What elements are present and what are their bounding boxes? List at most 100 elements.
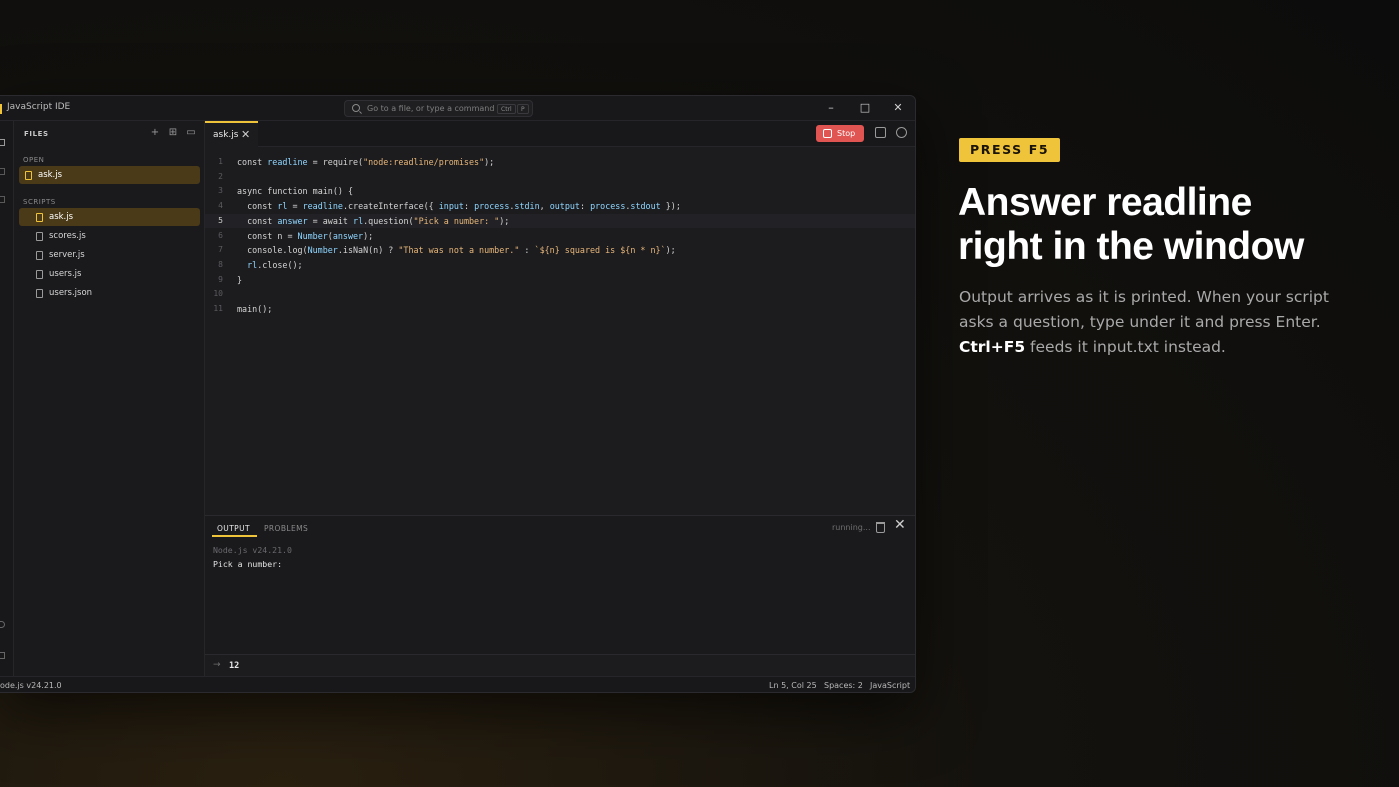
script-item[interactable]: server.js bbox=[19, 246, 200, 264]
language-mode[interactable]: JavaScript bbox=[870, 681, 910, 690]
output-panel: OUTPUT PROBLEMS running... ✕ Node.js v24… bbox=[205, 515, 915, 677]
code-line[interactable]: 3 async function main() { bbox=[205, 184, 915, 199]
maximize-button[interactable]: □ bbox=[858, 101, 872, 115]
code-text: const n = Number(answer); bbox=[247, 230, 374, 241]
code-text: const readline = require("node:readline/… bbox=[237, 157, 495, 167]
file-icon bbox=[36, 288, 43, 298]
account-icon[interactable] bbox=[0, 621, 5, 628]
active-tab-indicator bbox=[212, 535, 257, 537]
line-number: 7 bbox=[218, 245, 223, 255]
code-line[interactable]: 5 const answer = await rl.question("Pick… bbox=[205, 213, 915, 229]
script-item[interactable]: ask.js bbox=[19, 208, 200, 226]
code-text: async function main() { bbox=[237, 186, 353, 197]
code-text: } bbox=[237, 274, 243, 285]
code-line[interactable]: 9} bbox=[205, 273, 915, 288]
promo-headline: Answer readline right in the window bbox=[958, 181, 1378, 269]
code-line[interactable]: 11 main(); bbox=[205, 302, 915, 317]
title-bar: JavaScript IDE Go to a file, or type a c… bbox=[0, 96, 915, 121]
cursor-position[interactable]: Ln 5, Col 25 bbox=[769, 681, 817, 690]
tab-label: ask.js bbox=[213, 130, 239, 140]
open-file-item[interactable]: ask.js bbox=[19, 166, 200, 184]
script-label: scores.js bbox=[49, 231, 86, 241]
script-label: users.js bbox=[49, 269, 82, 279]
split-editor-icon[interactable] bbox=[875, 127, 886, 138]
tab-output[interactable]: OUTPUT bbox=[217, 524, 250, 533]
script-item[interactable]: users.js bbox=[19, 265, 200, 283]
script-label: users.json bbox=[49, 288, 93, 298]
line-number: 1 bbox=[218, 157, 223, 166]
close-window-button[interactable]: ✕ bbox=[891, 101, 905, 115]
new-folder-icon[interactable]: ⊞ bbox=[168, 128, 178, 138]
output-line: Node.js v24.21.0 bbox=[213, 545, 292, 555]
code-line[interactable]: 2 bbox=[205, 170, 915, 185]
headline-line: right in the window bbox=[958, 225, 1304, 268]
close-tab-icon[interactable]: ✕ bbox=[241, 128, 250, 141]
search-panel-icon[interactable] bbox=[0, 168, 5, 175]
code-text: rl.close(); bbox=[247, 259, 303, 270]
file-icon bbox=[36, 231, 43, 241]
code-editor[interactable]: 1 const readline = require("node:readline… bbox=[205, 147, 915, 515]
code-line[interactable]: 4 const rl = readline.createInterface({ … bbox=[205, 199, 915, 214]
scripts-section-label: SCRIPTS bbox=[23, 198, 56, 206]
ide-window: JavaScript IDE Go to a file, or type a c… bbox=[0, 95, 916, 693]
editor-tab-bar: ask.js ✕ Stop bbox=[205, 121, 915, 147]
stop-label: Stop bbox=[837, 129, 856, 138]
code-line[interactable]: 8 rl.close(); bbox=[205, 258, 915, 273]
shortcut-key-ctrl: Ctrl bbox=[497, 104, 516, 114]
open-file-label: ask.js bbox=[38, 170, 63, 180]
line-number: 3 bbox=[218, 186, 223, 196]
shortcut-badge: PRESS F5 bbox=[959, 138, 1061, 162]
file-icon bbox=[36, 269, 43, 279]
stop-icon bbox=[823, 129, 832, 138]
settings-icon[interactable] bbox=[0, 652, 5, 659]
line-number: 2 bbox=[218, 171, 223, 181]
code-line[interactable]: 6 const n = Number(answer); bbox=[205, 229, 915, 244]
runtime-version: ode.js v24.21.0 bbox=[0, 681, 62, 690]
desc-text: feeds it input.txt instead. bbox=[1030, 338, 1226, 356]
line-number: 8 bbox=[218, 259, 223, 269]
input-arrow-icon: → bbox=[213, 660, 221, 670]
line-number: 11 bbox=[213, 304, 223, 313]
script-item[interactable]: users.json bbox=[19, 284, 200, 302]
command-palette-input[interactable]: Go to a file, or type a command Ctrl P bbox=[344, 100, 533, 117]
explorer-header: FILES bbox=[24, 130, 49, 138]
app-logo-icon bbox=[0, 104, 2, 114]
script-item[interactable]: scores.js bbox=[19, 227, 200, 245]
code-text: const answer = await rl.question("Pick a… bbox=[247, 215, 510, 226]
comment-icon[interactable] bbox=[896, 127, 907, 138]
line-number: 5 bbox=[218, 215, 223, 225]
file-icon bbox=[25, 170, 32, 180]
code-line[interactable]: 7 console.log(Number.isNaN(n) ? "That wa… bbox=[205, 243, 915, 258]
clear-output-icon[interactable] bbox=[876, 522, 885, 533]
close-panel-icon[interactable]: ✕ bbox=[894, 517, 906, 533]
run-panel-icon[interactable] bbox=[0, 196, 5, 203]
script-label: ask.js bbox=[49, 212, 74, 222]
code-line[interactable]: 10 bbox=[205, 287, 915, 302]
open-section-label: OPEN bbox=[23, 156, 45, 164]
stop-button[interactable]: Stop bbox=[816, 125, 864, 142]
output-line: Pick a number: bbox=[213, 559, 283, 569]
line-number: 6 bbox=[218, 230, 223, 240]
folder-icon[interactable]: ▭ bbox=[186, 128, 196, 138]
tab-ask-js[interactable]: ask.js ✕ bbox=[205, 121, 258, 147]
stdin-value: 12 bbox=[229, 661, 240, 671]
command-placeholder: Go to a file, or type a command bbox=[367, 104, 495, 113]
code-text: main(); bbox=[237, 304, 273, 314]
minimize-button[interactable]: – bbox=[824, 101, 838, 115]
shortcut-key-p: P bbox=[517, 104, 529, 114]
new-file-icon[interactable]: + bbox=[150, 128, 160, 138]
line-number: 4 bbox=[218, 201, 223, 211]
file-icon bbox=[36, 250, 43, 260]
script-label: server.js bbox=[49, 250, 85, 260]
indent-setting[interactable]: Spaces: 2 bbox=[824, 681, 863, 690]
file-explorer: FILES + ⊞ ▭ OPEN ask.js SCRIPTS ask.js s… bbox=[14, 121, 205, 676]
code-line[interactable]: 1 const readline = require("node:readline… bbox=[205, 155, 915, 170]
explorer-icon[interactable] bbox=[0, 139, 5, 146]
promo-description: Output arrives as it is printed. When yo… bbox=[959, 285, 1359, 360]
headline-line: Answer readline bbox=[958, 181, 1252, 224]
tab-problems[interactable]: PROBLEMS bbox=[264, 524, 308, 533]
status-bar: ode.js v24.21.0 Ln 5, Col 25 Spaces: 2 J… bbox=[0, 676, 915, 692]
stdin-input[interactable]: → 12 bbox=[205, 654, 915, 677]
run-status: running... bbox=[832, 523, 871, 532]
file-icon bbox=[36, 212, 43, 222]
